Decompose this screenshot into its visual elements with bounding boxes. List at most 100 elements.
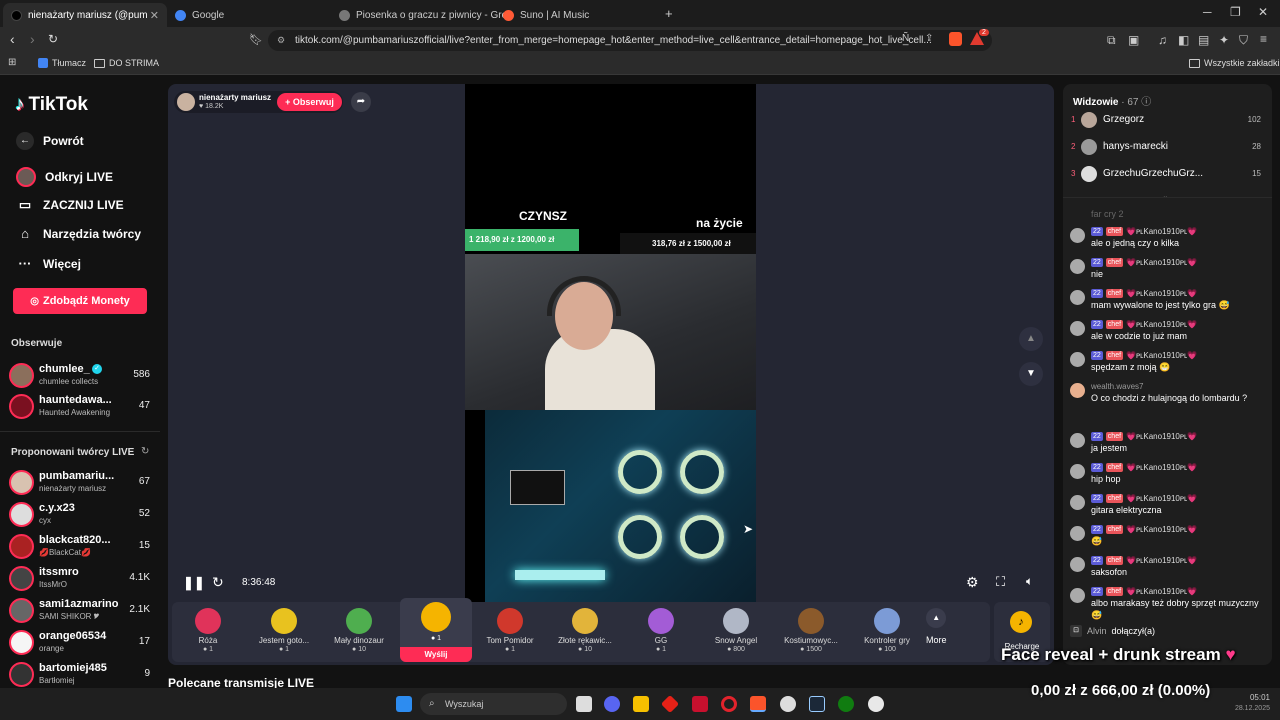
chat-username[interactable]: 💗ᴘʟKano1910ᴘʟ💗 [1126,587,1197,596]
taskbar-search[interactable]: ⌕ Wyszukaj [420,693,567,715]
settings-icon[interactable]: ⚙ [966,574,979,591]
chat-username[interactable]: wealth.waves7 [1091,382,1143,391]
send-button[interactable]: Wyślij [400,647,472,662]
windows-start-icon[interactable] [396,696,412,712]
nav-back[interactable]: ← Powrót [16,132,84,150]
bookmark-icon[interactable]: 🔖︎ [249,33,263,46]
tab-suno[interactable]: Suno | AI Music [495,3,659,27]
gift-item[interactable]: Kostiumowyc... ● 1500 [777,608,845,653]
tab-grok[interactable]: Piosenka o graczu z piwnicy - Grok [331,3,512,27]
gift-item[interactable]: Złote rękawic... ● 10 [551,608,619,653]
screenshot-icon[interactable]: ▣ [1128,33,1139,47]
gift-item[interactable]: Jestem goto... ● 1 [250,608,318,653]
avatar[interactable] [1070,557,1085,572]
share-icon[interactable]: ⇪ [925,33,933,44]
gift-item[interactable]: Snow Angel ● 800 [702,608,770,653]
avatar[interactable] [1070,290,1085,305]
avatar[interactable] [1070,383,1085,398]
more-gifts-button[interactable]: ▲ More [926,608,947,645]
chat-username[interactable]: 💗ᴘʟKano1910ᴘʟ💗 [1126,556,1197,565]
steam-icon[interactable] [809,696,825,712]
video-stream[interactable]: CZYNSZ 1 218,90 zł z 1200,00 zł na życie… [465,84,756,602]
task-view-icon[interactable] [576,696,592,712]
close-window-icon[interactable]: ✕ [1258,5,1268,19]
suggested-item[interactable]: sami1azmarino SAMI SHIKOR 🎔 2.1K [9,596,153,626]
opera-icon[interactable] [721,696,737,712]
next-stream-button[interactable]: ▼ [1019,362,1043,386]
get-coins-button[interactable]: ◎ Zdobądź Monety [13,288,147,314]
chat-username[interactable]: 💗ᴘʟKano1910ᴘʟ💗 [1126,463,1197,472]
chat-username[interactable]: 💗ᴘʟKano1910ᴘʟ💗 [1126,289,1197,298]
close-tab-icon[interactable]: ✕ [150,9,159,22]
host-avatar[interactable] [177,93,195,111]
app-icon[interactable] [868,696,884,712]
avatar[interactable] [1070,352,1085,367]
avatar[interactable] [1070,588,1085,603]
viewer-row[interactable]: 2 hanys-marecki 28 [1071,137,1261,159]
share-icon[interactable]: ➦ [351,92,371,112]
gift-item[interactable]: Róża ● 1 [174,608,242,653]
back-icon[interactable]: ‹ [10,31,15,47]
chat-username[interactable]: 💗ᴘʟKano1910ᴘʟ💗 [1126,320,1197,329]
discord-icon[interactable] [604,696,620,712]
chat-username[interactable]: 💗ᴘʟKano1910ᴘʟ💗 [1126,432,1197,441]
pause-icon[interactable]: ❚❚ [183,575,205,591]
url-field[interactable]: ⚙ tiktok.com/@pumbamariuszofficial/live?… [268,30,992,51]
viewer-row[interactable]: 1 Grzegorz 102 [1071,110,1261,132]
nav-start-live[interactable]: ▭ ZACZNIJ LIVE [16,197,124,213]
reload-icon[interactable]: ↻ [48,32,58,46]
volume-icon[interactable]: 🔈︎ [1026,574,1033,589]
suggested-item[interactable]: pumbamariu... nienażarty mariusz 67 [9,468,153,498]
apps-grid-icon[interactable]: ⊞ [8,57,16,68]
leo-ai-icon[interactable]: ✦ [1219,33,1229,47]
suggested-item[interactable]: blackcat820... 💋BlackCat💋 15 [9,532,153,562]
follow-button[interactable]: + Obserwuj [277,93,342,111]
minimize-icon[interactable]: ─ [1203,5,1212,19]
brave-shield-icon[interactable] [949,32,962,46]
vpn-icon[interactable]: ⛉ [1239,33,1248,48]
chat-username[interactable]: 💗ᴘʟKano1910ᴘʟ💗 [1126,258,1197,267]
avatar[interactable] [1070,228,1085,243]
gift-item[interactable]: Mały dinozaur ● 10 [325,608,393,653]
new-tab-button[interactable]: + [665,6,673,21]
prev-stream-button[interactable]: ▲ [1019,327,1043,351]
forward-icon[interactable]: › [30,31,35,47]
bookmark-tlumacz[interactable]: Tłumacz [38,58,86,68]
chat-username[interactable]: 💗ᴘʟKano1910ᴘʟ💗 [1126,525,1197,534]
avatar[interactable] [1070,259,1085,274]
mcafee-icon[interactable] [692,696,708,712]
brave-icon[interactable] [750,696,766,712]
wallet-icon[interactable]: ▤ [1198,33,1209,47]
refresh-icon[interactable]: ↻ [212,574,224,591]
music-icon[interactable]: ♫ [1158,33,1167,47]
nav-discover-live[interactable]: Odkryj LIVE [16,167,113,187]
tab-tiktok-live[interactable]: nienażarty mariusz (@pumbama ✕ [3,3,167,27]
avatar[interactable] [1070,321,1085,336]
menu-icon[interactable]: ≡ [1260,32,1267,46]
following-item-hauntedawa[interactable]: hauntedawa... Haunted Awakening 47 [9,392,153,422]
site-info-icon[interactable]: ⚙ [277,30,285,51]
xbox-icon[interactable] [838,696,854,712]
nav-creator-tools[interactable]: ⌂ Narzędzia twórcy [16,226,141,241]
chat-username[interactable]: 💗ᴘʟKano1910ᴘʟ💗 [1126,227,1197,236]
gift-item[interactable]: Kontroler gry ● 100 [853,608,921,653]
info-icon[interactable]: ⓘ [1141,97,1151,108]
app-icon[interactable] [660,694,680,714]
all-bookmarks[interactable]: Wszystkie zakładki [1189,58,1280,68]
fullscreen-icon[interactable]: ⛶ [996,574,1005,590]
nav-more[interactable]: ··· Więcej [16,256,81,271]
refresh-icon[interactable]: ↻ [141,446,149,457]
extensions-icon[interactable]: ⧉ [1107,33,1116,48]
following-item-chumlee[interactable]: chumlee_ ✓ chumlee collects 586 [9,361,153,391]
viewer-row[interactable]: 3 GrzechuGrzechuGrz... 15 [1071,164,1261,186]
avatar[interactable] [1070,464,1085,479]
maximize-icon[interactable]: ❐ [1230,5,1241,19]
avatar[interactable] [1070,495,1085,510]
expand-icon[interactable]: ⌄ [1162,191,1169,200]
suggested-item[interactable]: c.y.x23 cyx 52 [9,500,153,530]
chat-username[interactable]: 💗ᴘʟKano1910ᴘʟ💗 [1126,351,1197,360]
gift-item[interactable]: GG ● 1 [627,608,695,653]
tab-google[interactable]: Google [167,3,331,27]
host-name[interactable]: nienażarty mariusz [199,93,271,102]
obs-icon[interactable] [780,696,796,712]
